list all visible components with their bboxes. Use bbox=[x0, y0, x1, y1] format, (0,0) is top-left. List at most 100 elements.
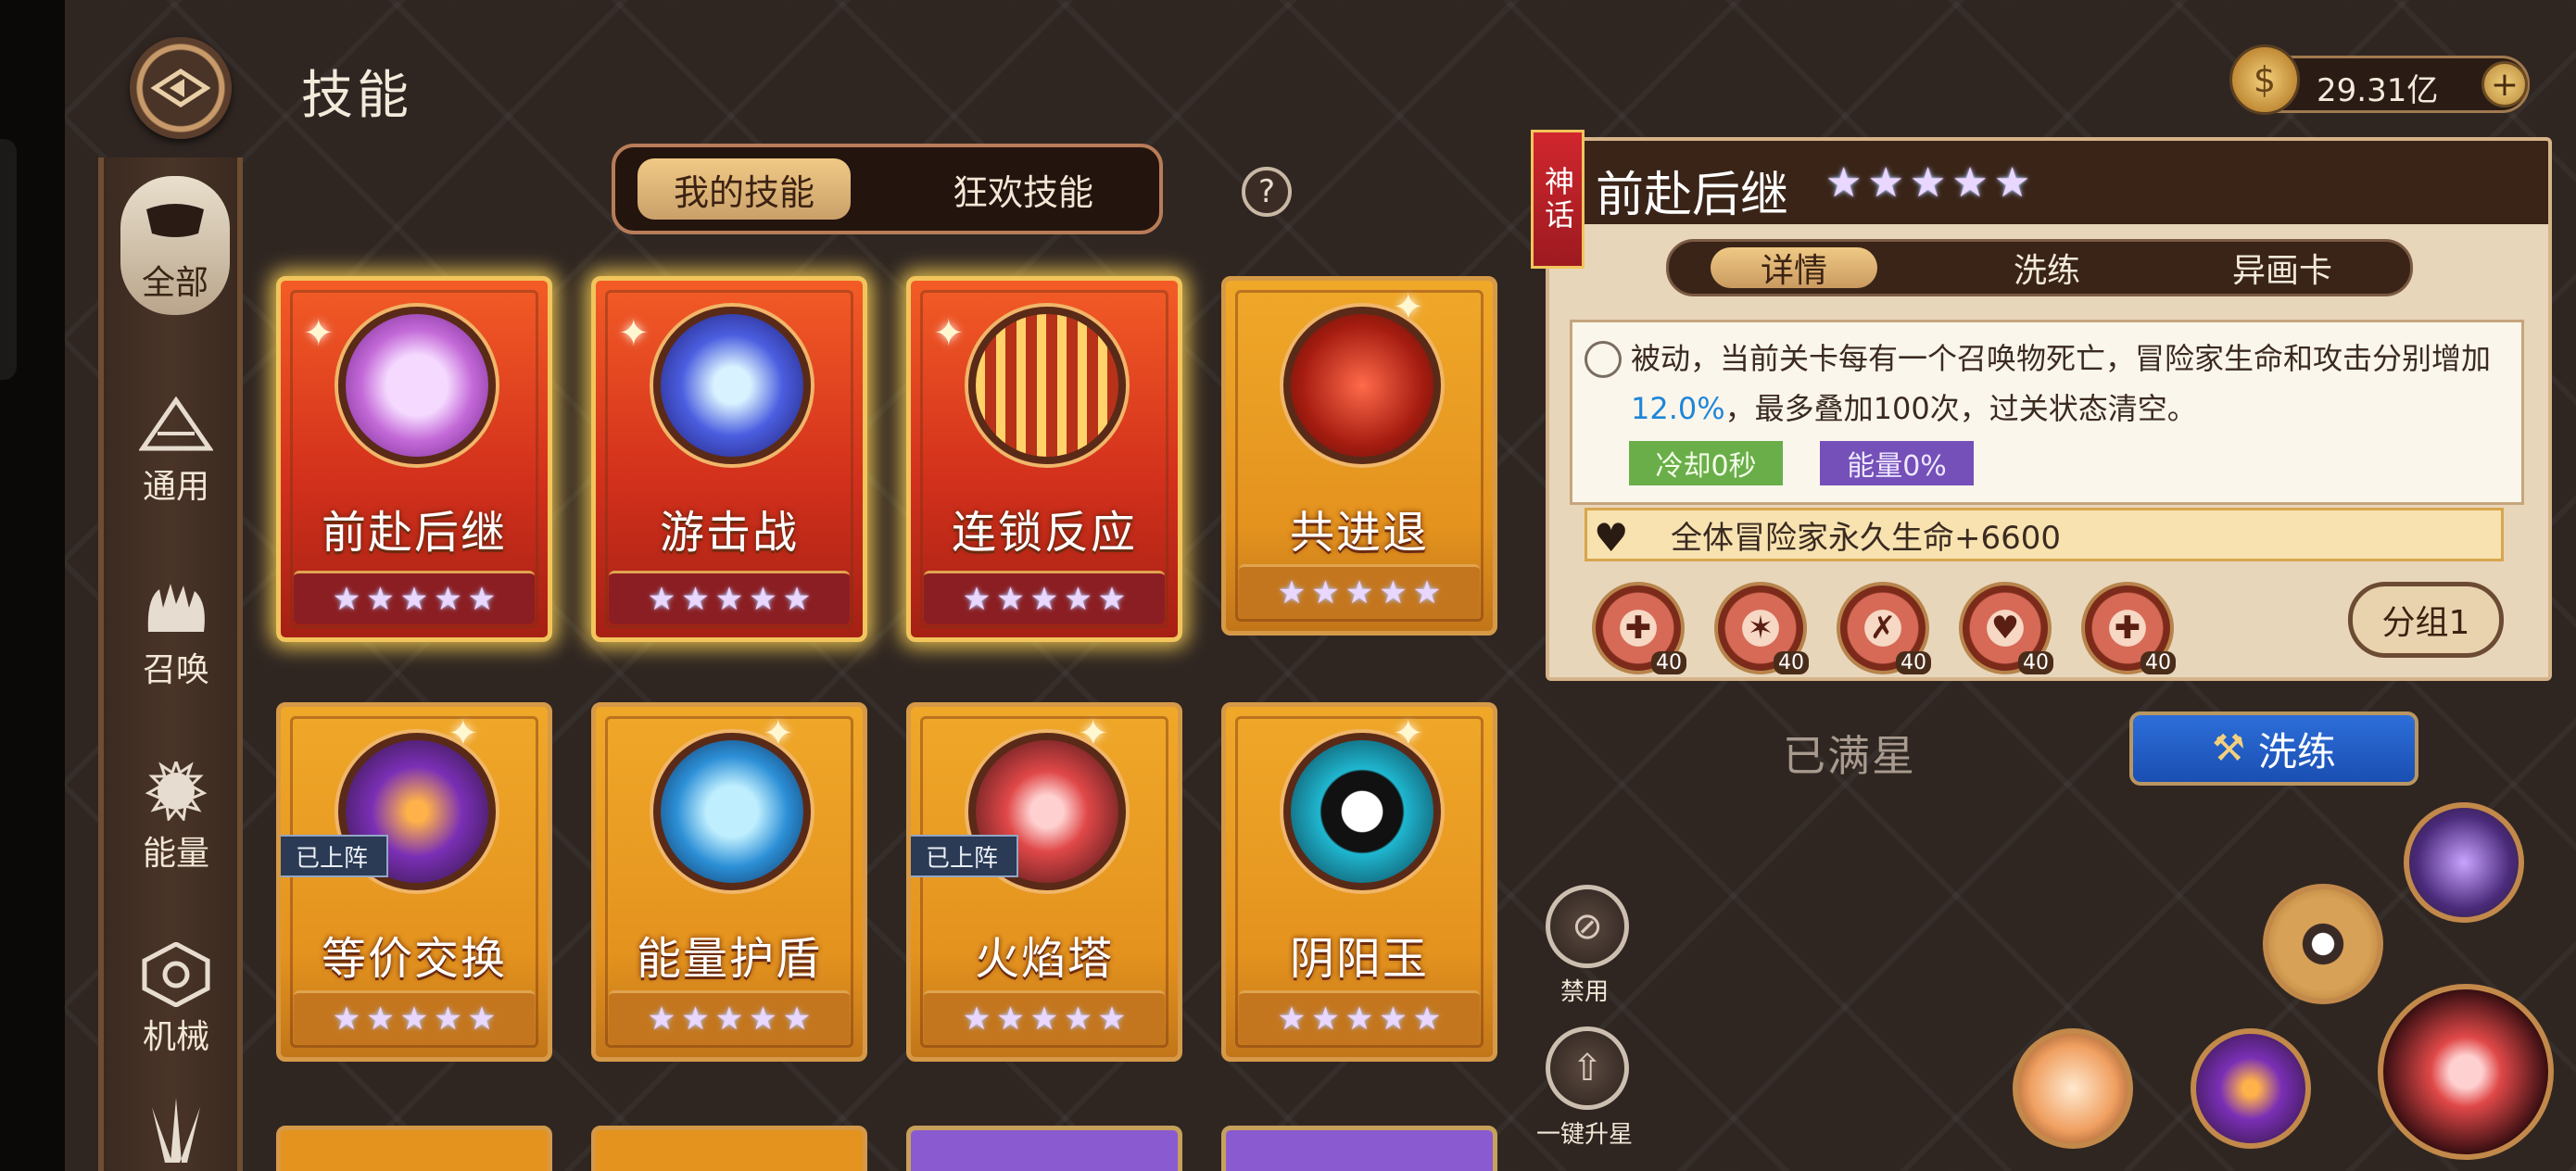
sidebar-item-label: 能量 bbox=[142, 835, 209, 873]
sidebar-item-label: 机械 bbox=[142, 1018, 209, 1056]
star-icon: ★ bbox=[749, 580, 777, 618]
tab-refine[interactable]: 洗练 bbox=[1964, 247, 2130, 290]
sparkle-icon: ✦ bbox=[618, 312, 650, 355]
eye-skill-icon[interactable] bbox=[2263, 884, 2383, 1004]
star-icon: ★ bbox=[1064, 580, 1092, 618]
skill-orb-icon bbox=[1283, 733, 1441, 890]
sword-attr-icon[interactable]: ✚ 40 bbox=[1592, 582, 1686, 674]
machine-icon bbox=[139, 942, 213, 1007]
star-icon: ★ bbox=[749, 1000, 777, 1038]
skill-description: 被动，当前关卡每有一个召唤物死亡，冒险家生命和攻击分别增加 12.0%，最多叠加1… bbox=[1631, 334, 2520, 434]
heart-icon: ♥ bbox=[1594, 515, 1629, 560]
skill-card[interactable]: ✦ 连锁反应 ★ ★ ★ ★ ★ bbox=[906, 276, 1182, 642]
star-icon: ★ bbox=[399, 1000, 429, 1038]
star-icon: ★ bbox=[1412, 1000, 1442, 1038]
skill-card[interactable]: ✦ 火焰塔 ★ ★ ★ ★ ★ 已上阵 bbox=[906, 702, 1182, 1062]
star-icon: ★ bbox=[1277, 573, 1307, 611]
star-icon: ★ bbox=[1345, 573, 1374, 611]
skill-card-name: 火焰塔 bbox=[974, 933, 1114, 985]
tab-my-skills[interactable]: 我的技能 bbox=[638, 158, 851, 220]
skill-card-name: 能量护盾 bbox=[636, 933, 822, 985]
skill-card-partial[interactable] bbox=[591, 1126, 867, 1171]
skill-card[interactable]: ✦ 前赴后继 ★ ★ ★ ★ ★ bbox=[276, 276, 552, 642]
coin-icon: $ bbox=[2229, 44, 2300, 115]
star-icon: ★ bbox=[467, 1000, 497, 1038]
up-arrow-icon: ⇧ bbox=[1572, 1047, 1603, 1089]
gem-skill-icon[interactable] bbox=[2404, 802, 2524, 923]
star-icon: ★ bbox=[1311, 1000, 1340, 1038]
skill-card-name: 阴阳玉 bbox=[1289, 933, 1429, 985]
star-icon: ★ bbox=[1097, 580, 1127, 618]
skill-tabs: 我的技能 狂欢技能 bbox=[612, 144, 1163, 234]
attr-level: 40 bbox=[1651, 651, 1686, 674]
handshake-skill-icon[interactable] bbox=[2013, 1028, 2133, 1149]
star-icon: ★ bbox=[1277, 1000, 1307, 1038]
max-star-label: 已满星 bbox=[1783, 731, 1916, 781]
sidebar-item-all[interactable]: 全部 bbox=[120, 176, 230, 315]
star-icon: ★ bbox=[1379, 573, 1408, 611]
skill-orb-icon bbox=[338, 307, 496, 464]
skill-card-partial[interactable] bbox=[276, 1126, 552, 1171]
star-icon: ★ bbox=[996, 580, 1025, 618]
description-highlight-value: 12.0% bbox=[1631, 391, 1725, 426]
sidebar-item-machine[interactable]: 机械 bbox=[113, 893, 239, 1069]
sidebar-item-label: 召唤 bbox=[142, 651, 209, 689]
star-icon: ★ bbox=[399, 580, 429, 618]
ban-button[interactable]: ⊘ bbox=[1546, 885, 1629, 968]
attr-level: 40 bbox=[1896, 651, 1931, 674]
star-icon: ★ bbox=[962, 580, 991, 618]
skill-card-name: 游击战 bbox=[659, 507, 799, 559]
gold-amount: 29.31亿 bbox=[2317, 72, 2439, 109]
skill-card[interactable]: ✦ 能量护盾 ★ ★ ★ ★ ★ bbox=[591, 702, 867, 1062]
ban-label: 禁用 bbox=[1559, 978, 1609, 1006]
dagger-attr-icon[interactable]: ✚ 40 bbox=[2081, 582, 2176, 674]
star-icon: ★ bbox=[962, 1000, 991, 1038]
star-icon: ★ bbox=[434, 580, 462, 618]
group-button[interactable]: 分组1 bbox=[2348, 582, 2504, 658]
help-button[interactable]: ? bbox=[1242, 167, 1292, 217]
star-icon: ★ bbox=[1993, 159, 2031, 207]
permanent-bonus: 全体冒险家永久生命+6600 bbox=[1585, 508, 2504, 561]
skill-card[interactable]: ✦ 游击战 ★ ★ ★ ★ ★ bbox=[591, 276, 867, 642]
sidebar-item-energy[interactable]: 能量 bbox=[113, 710, 239, 886]
rarity-badge: 神话 bbox=[1531, 130, 1585, 269]
sidebar-item-label: 通用 bbox=[142, 468, 209, 506]
swords-attr-icon[interactable]: ✗ 40 bbox=[1837, 582, 1931, 674]
tab-details[interactable]: 详情 bbox=[1711, 247, 1877, 290]
skill-card-stars: ★ ★ ★ ★ ★ bbox=[1239, 564, 1480, 618]
spear-attr-icon[interactable]: ✶ 40 bbox=[1714, 582, 1809, 674]
add-gold-button[interactable]: + bbox=[2481, 61, 2528, 107]
refine-button[interactable]: ⚒ 洗练 bbox=[2129, 711, 2418, 786]
upgrade-all-label: 一键升星 bbox=[1535, 1121, 1633, 1149]
passive-icon bbox=[1585, 341, 1622, 378]
heart-attr-icon[interactable]: ♥ 40 bbox=[1959, 582, 2053, 674]
fire-tower-skill-icon[interactable] bbox=[2378, 984, 2554, 1160]
tab-alt-art-card[interactable]: 异画卡 bbox=[2199, 247, 2366, 290]
star-icon: ★ bbox=[647, 1000, 676, 1038]
star-icon: ★ bbox=[1951, 159, 1989, 207]
sidebar-item-more[interactable] bbox=[113, 1075, 239, 1171]
skill-card-partial[interactable] bbox=[1221, 1126, 1497, 1171]
skill-card[interactable]: ✦ 等价交换 ★ ★ ★ ★ ★ 已上阵 bbox=[276, 702, 552, 1062]
skill-card[interactable]: ✦ 阴阳玉 ★ ★ ★ ★ ★ bbox=[1221, 702, 1497, 1062]
star-icon: ★ bbox=[366, 1000, 395, 1038]
upgrade-all-button[interactable]: ⇧ bbox=[1546, 1026, 1629, 1110]
star-icon: ★ bbox=[647, 580, 676, 618]
refine-button-label: 洗练 bbox=[2257, 728, 2336, 774]
star-icon: ★ bbox=[1064, 1000, 1092, 1038]
skill-card[interactable]: ✦ 共进退 ★ ★ ★ ★ ★ bbox=[1221, 276, 1497, 636]
back-arrow-icon bbox=[151, 69, 210, 107]
star-icon: ★ bbox=[1029, 1000, 1059, 1038]
star-icon: ★ bbox=[1825, 159, 1863, 207]
star-icon: ★ bbox=[467, 580, 497, 618]
description-text: 被动，当前关卡每有一个召唤物死亡，冒险家生命和攻击分别增加 bbox=[1631, 341, 2492, 376]
spear-skill-icon[interactable] bbox=[2191, 1028, 2311, 1149]
back-button[interactable] bbox=[130, 37, 232, 139]
sidebar-item-general[interactable]: 通用 bbox=[113, 343, 239, 519]
tab-carnival-skills[interactable]: 狂欢技能 bbox=[916, 158, 1130, 220]
star-icon: ★ bbox=[1909, 159, 1947, 207]
sidebar-item-summon[interactable]: 召唤 bbox=[113, 526, 239, 702]
screen-notch bbox=[0, 139, 17, 380]
skill-card-partial[interactable] bbox=[906, 1126, 1182, 1171]
deployed-badge: 已上阵 bbox=[281, 835, 388, 877]
